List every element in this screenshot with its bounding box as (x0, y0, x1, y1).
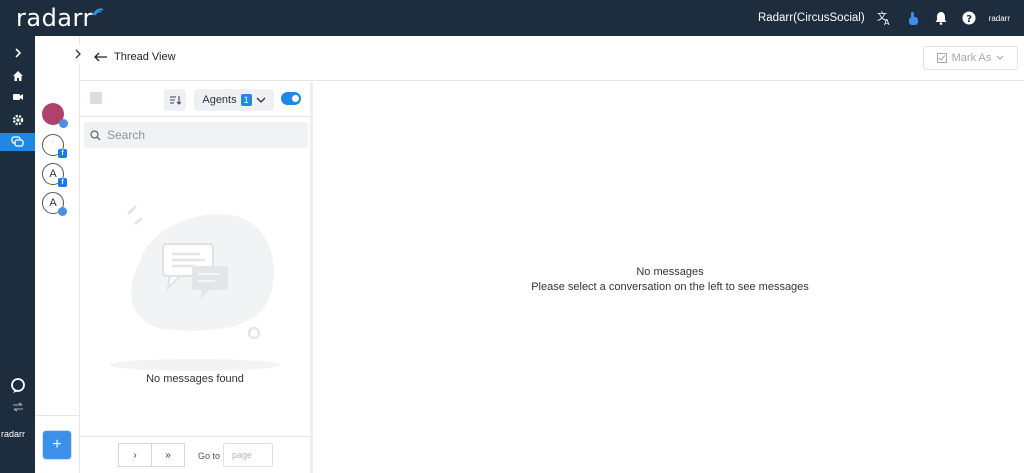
agents-filter-dropdown[interactable]: Agents 1 (194, 89, 274, 111)
accounts-column: ˙ f A f A + (35, 36, 80, 473)
empty-state-text: No messages found (146, 373, 244, 385)
avatar-initial: A (49, 168, 57, 180)
touch-icon[interactable] (905, 10, 921, 26)
last-page-button[interactable]: » (151, 443, 185, 467)
messenger-icon (58, 207, 67, 216)
no-messages-notice: No messages Please select a conversation… (316, 265, 1024, 295)
top-bar: radarr Radarr(CircusSocial) 文A ? radarr (0, 0, 1024, 36)
search-field[interactable] (84, 122, 308, 148)
agents-label: Agents (202, 94, 237, 106)
translate-icon[interactable]: 文A (877, 10, 893, 26)
collapse-panel-button[interactable] (71, 45, 85, 63)
account-avatar[interactable]: A f (42, 163, 67, 187)
checkbox-icon (936, 53, 947, 63)
home-icon (12, 71, 23, 81)
agents-count-badge: 1 (240, 94, 252, 106)
account-name[interactable]: Radarr(CircusSocial) (758, 12, 865, 24)
back-button[interactable]: Thread View (94, 51, 176, 63)
arrow-left-icon (94, 52, 107, 62)
divider (35, 415, 80, 416)
nav-settings[interactable] (0, 111, 35, 129)
video-icon (12, 94, 23, 100)
sort-button[interactable] (164, 89, 186, 111)
goto-label: Go to (198, 451, 221, 461)
facebook-icon: f (58, 149, 67, 158)
avatar-initial: ˙ (51, 141, 55, 149)
no-messages-title: No messages (636, 266, 704, 278)
radarr-logo[interactable]: radarr (16, 4, 104, 32)
chevron-right-icon (75, 49, 81, 59)
next-page-button[interactable]: › (118, 443, 152, 467)
nav-inbox[interactable] (0, 133, 35, 151)
account-avatar[interactable] (42, 103, 68, 128)
thread-list-toolbar: Agents 1 (80, 82, 310, 117)
avatar-initial: A (49, 197, 57, 209)
signal-icon (92, 8, 104, 16)
account-avatar[interactable]: A (42, 192, 67, 216)
svg-text:?: ? (966, 14, 972, 25)
facebook-icon: f (58, 178, 67, 187)
switch-arrows-icon (12, 402, 23, 412)
select-all-checkbox[interactable] (90, 92, 102, 104)
add-account-button[interactable]: + (42, 430, 72, 460)
brand-small-logo: radarr (988, 13, 1010, 23)
search-input[interactable] (107, 128, 287, 142)
mark-as-dropdown[interactable]: Mark As (923, 46, 1018, 70)
toggle-switch[interactable] (281, 92, 301, 105)
account-avatar[interactable]: ˙ f (42, 134, 67, 158)
goto-page-input[interactable] (223, 443, 273, 467)
left-nav: radarr (0, 36, 35, 473)
support-chat-icon (10, 378, 25, 393)
nav-home[interactable] (0, 67, 35, 85)
empty-messages-illustration (110, 204, 281, 371)
search-icon (90, 129, 101, 140)
thread-list-panel: Agents 1 No messages found › » Go to (80, 82, 313, 473)
pagination: › » Go to (80, 436, 310, 473)
chat-bubbles-icon (11, 136, 24, 147)
no-messages-subtitle: Please select a conversation on the left… (531, 281, 809, 293)
help-icon[interactable]: ? (961, 10, 977, 26)
chevron-down-icon (996, 55, 1004, 60)
svg-text:A: A (884, 18, 890, 26)
bell-icon[interactable] (933, 10, 949, 26)
nav-switch[interactable] (0, 398, 35, 416)
gear-icon (12, 114, 23, 126)
top-right-actions: Radarr(CircusSocial) 文A ? radarr (758, 0, 1010, 36)
header: Thread View Mark As (80, 36, 1024, 81)
message-pane: No messages Please select a conversation… (316, 82, 1024, 473)
nav-support[interactable] (0, 376, 35, 396)
expand-nav-button[interactable] (0, 44, 35, 62)
page-title: Thread View (114, 51, 176, 63)
chevron-right-icon (14, 48, 21, 58)
mark-as-label: Mark As (951, 52, 992, 64)
sort-icon (170, 96, 181, 105)
nav-brand-logo: radarr (1, 429, 26, 439)
nav-video[interactable] (0, 88, 35, 106)
logo-text: radarr (16, 4, 93, 32)
profile-badge-icon (59, 119, 68, 128)
chevron-down-icon (256, 97, 266, 103)
